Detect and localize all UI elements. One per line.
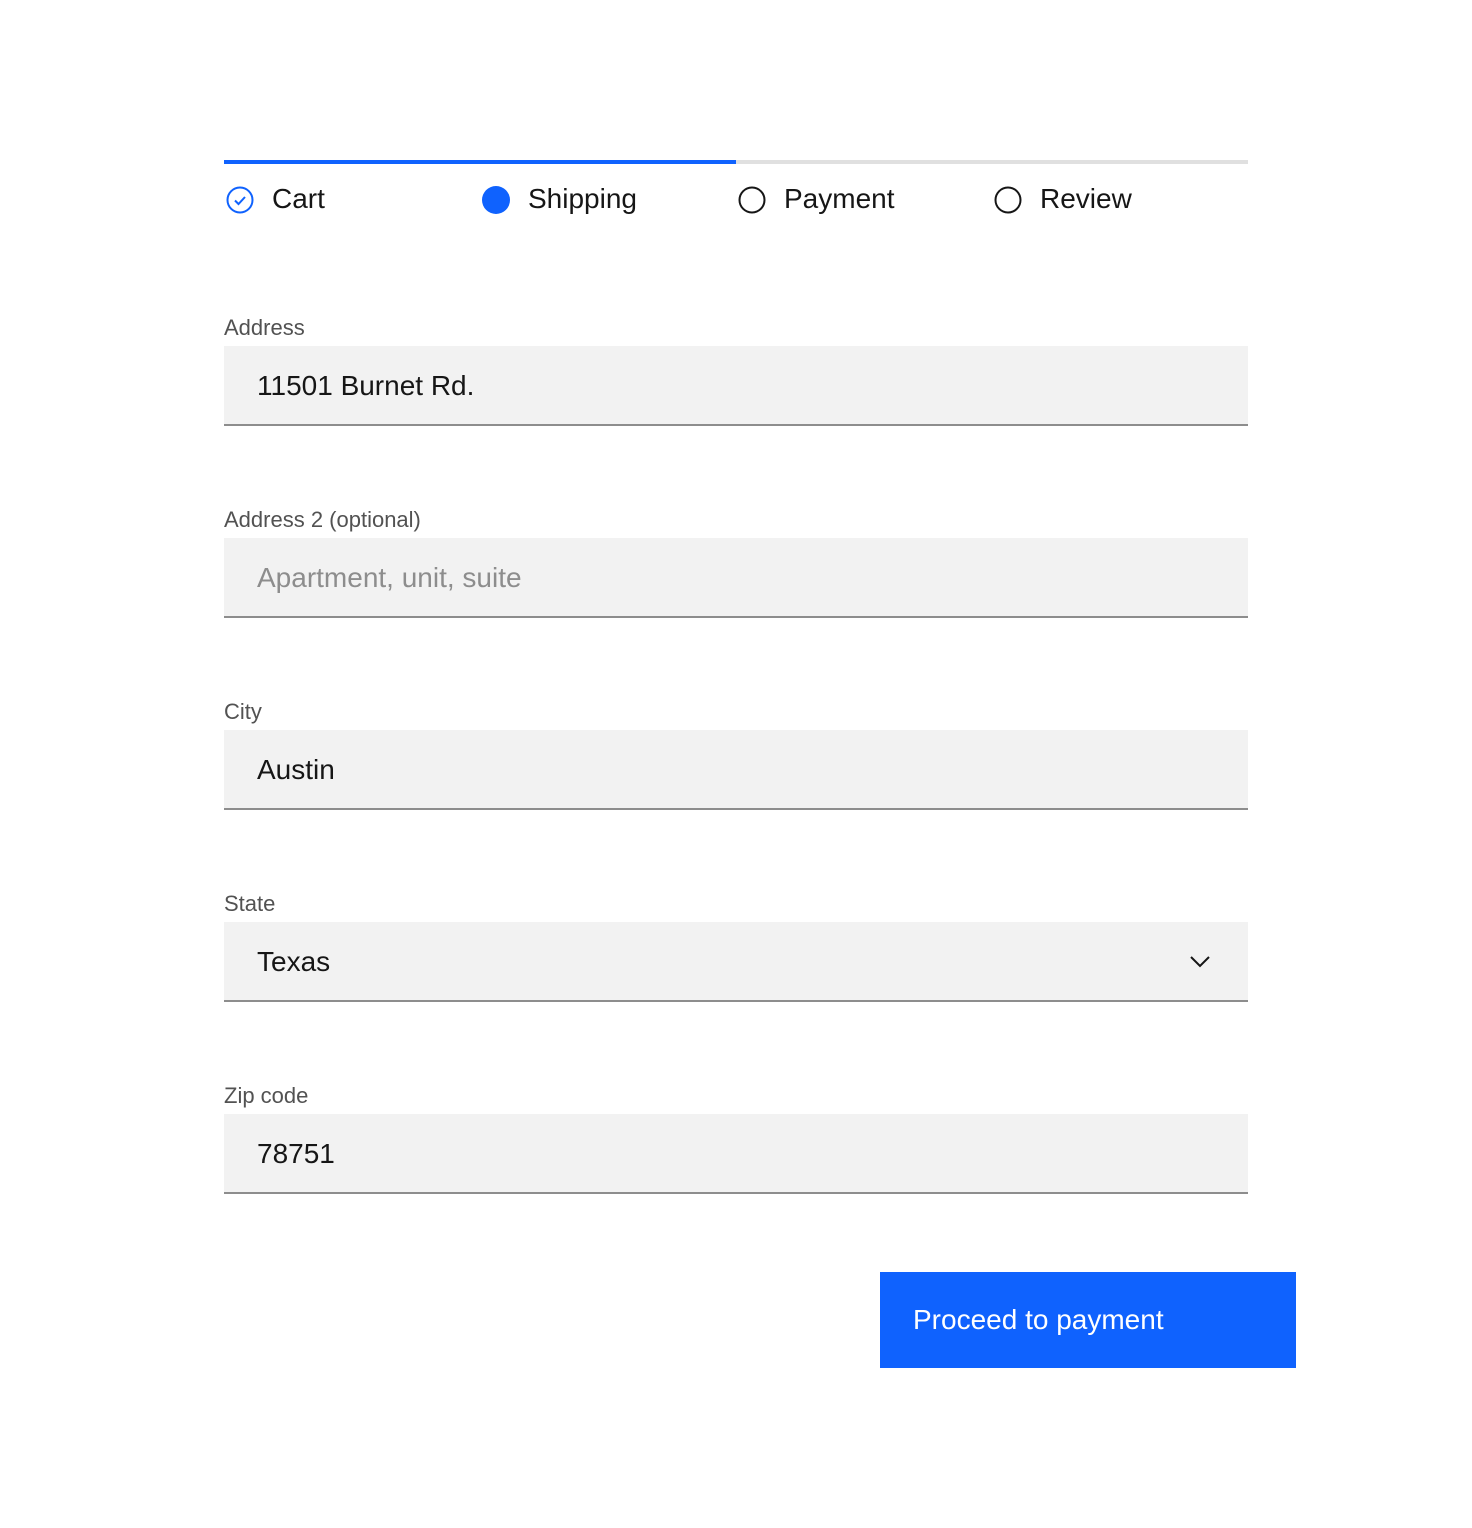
address-input[interactable]: 11501 Burnet Rd. bbox=[224, 346, 1248, 426]
empty-circle-icon bbox=[994, 186, 1022, 214]
zip-value: 78751 bbox=[257, 1138, 335, 1169]
step-bar bbox=[736, 160, 992, 164]
zip-label: Zip code bbox=[224, 1083, 309, 1108]
step-review[interactable]: Review bbox=[992, 160, 1248, 260]
step-shipping[interactable]: Shipping bbox=[480, 160, 736, 260]
filled-circle-icon bbox=[482, 186, 510, 214]
step-bar bbox=[992, 160, 1248, 164]
address2-placeholder: Apartment, unit, suite bbox=[257, 562, 522, 593]
address2-label: Address 2 (optional) bbox=[224, 507, 421, 532]
city-label: City bbox=[224, 699, 262, 724]
step-label: Cart bbox=[272, 183, 325, 214]
step-bar bbox=[480, 160, 736, 164]
address2-input[interactable]: Apartment, unit, suite bbox=[224, 538, 1248, 618]
address-value: 11501 Burnet Rd. bbox=[257, 370, 475, 401]
step-cart[interactable]: Cart bbox=[224, 160, 480, 260]
step-label: Payment bbox=[784, 183, 895, 214]
state-label: State bbox=[224, 891, 276, 916]
state-value: Texas bbox=[257, 946, 331, 977]
city-value: Austin bbox=[257, 754, 335, 785]
step-label: Review bbox=[1040, 183, 1132, 214]
proceed-button-label: Proceed to payment bbox=[913, 1304, 1164, 1335]
step-payment[interactable]: Payment bbox=[736, 160, 992, 260]
chevron-down-icon[interactable] bbox=[1188, 950, 1212, 974]
proceed-to-payment-button[interactable]: Proceed to payment bbox=[880, 1272, 1296, 1368]
checkmark-circle-icon bbox=[226, 186, 254, 214]
progress-indicator: Cart Shipping Payment Review bbox=[224, 160, 1248, 214]
city-input[interactable]: Austin bbox=[224, 730, 1248, 810]
address-label: Address bbox=[224, 315, 305, 340]
state-select[interactable]: Texas bbox=[224, 922, 1248, 1002]
empty-circle-icon bbox=[738, 186, 766, 214]
step-bar bbox=[224, 160, 480, 164]
step-label: Shipping bbox=[528, 183, 637, 214]
zip-input[interactable]: 78751 bbox=[224, 1114, 1248, 1194]
